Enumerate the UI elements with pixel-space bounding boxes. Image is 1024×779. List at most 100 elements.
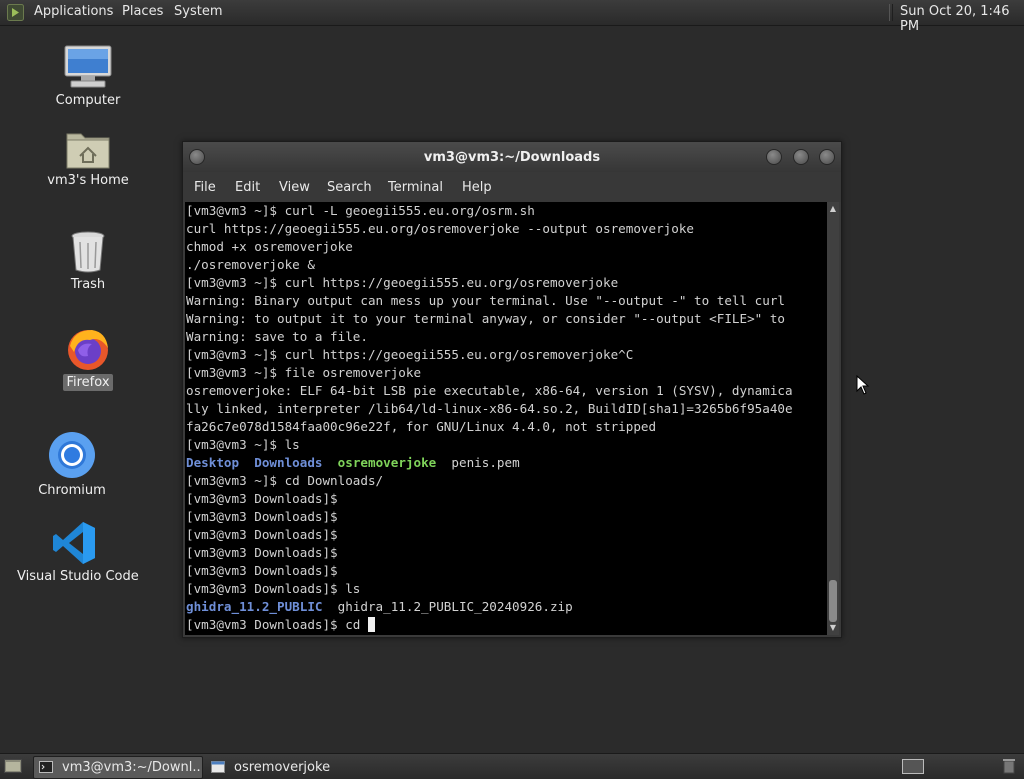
terminal-text: [vm3@vm3 Downloads]$ (186, 563, 338, 578)
show-desktop-icon[interactable] (4, 759, 22, 773)
menu-view[interactable]: View (279, 180, 310, 195)
terminal-line: [vm3@vm3 Downloads]$ (186, 508, 827, 526)
scroll-up-arrow-icon[interactable]: ▲ (827, 204, 839, 214)
terminal-text: [vm3@vm3 ~]$ cd Downloads/ (186, 473, 384, 488)
terminal-text: [vm3@vm3 ~]$ ls (186, 437, 300, 452)
terminal-text: osremoverjoke (337, 455, 437, 470)
terminal-line: Warning: to output it to your terminal a… (186, 310, 827, 328)
terminal-line: [vm3@vm3 ~]$ curl https://geoegii555.eu.… (186, 274, 827, 292)
desktop-icon-computer[interactable]: Computer (38, 44, 138, 109)
terminal-line: osremoverjoke: ELF 64-bit LSB pie execut… (186, 382, 827, 400)
terminal-text: Warning: save to a file. (186, 329, 368, 344)
text-cursor (367, 617, 375, 632)
terminal-line: curl https://geoegii555.eu.org/osremover… (186, 220, 827, 238)
menu-terminal[interactable]: Terminal (388, 180, 443, 195)
system-menu[interactable]: System (174, 4, 222, 19)
panel-separator (889, 4, 893, 21)
terminal-line: [vm3@vm3 ~]$ curl https://geoegii555.eu.… (186, 346, 827, 364)
terminal-text: [vm3@vm3 Downloads]$ cd (186, 617, 368, 632)
scroll-down-arrow-icon[interactable]: ▼ (827, 623, 839, 633)
firefox-icon (68, 330, 108, 370)
window-title: vm3@vm3:~/Downloads (423, 150, 601, 165)
close-button[interactable] (819, 149, 835, 165)
terminal-line: [vm3@vm3 ~]$ ls (186, 436, 827, 454)
places-menu[interactable]: Places (122, 4, 163, 19)
terminal-text: ghidra_11.2_PUBLIC (186, 599, 323, 614)
terminal-text: [vm3@vm3 Downloads]$ ls (186, 581, 361, 596)
taskbar-button-terminal[interactable]: vm3@vm3:~/Downl... (33, 756, 203, 779)
terminal-text: Downloads (254, 455, 323, 470)
minimize-button[interactable] (766, 149, 782, 165)
terminal-text: osremoverjoke: ELF 64-bit LSB pie execut… (186, 383, 793, 398)
window-icon (211, 761, 225, 773)
terminal-text: Warning: to output it to your terminal a… (186, 311, 785, 326)
terminal-text: [vm3@vm3 Downloads]$ (186, 509, 338, 524)
trash-applet-icon[interactable] (1002, 758, 1016, 774)
terminal-line: [vm3@vm3 Downloads]$ ls (186, 580, 827, 598)
window-titlebar[interactable]: vm3@vm3:~/Downloads (183, 142, 841, 172)
terminal-text: [vm3@vm3 Downloads]$ (186, 545, 338, 560)
chromium-icon (49, 432, 95, 478)
maximize-button[interactable] (793, 149, 809, 165)
menu-edit[interactable]: Edit (235, 180, 260, 195)
terminal-text: fa26c7e078d1584faa00c96e22f, for GNU/Lin… (186, 419, 657, 434)
taskbar-label: vm3@vm3:~/Downl... (62, 760, 203, 775)
terminal-menubar: File Edit View Search Terminal Help (183, 172, 841, 202)
taskbar-label: osremoverjoke (234, 760, 331, 775)
terminal-text: Desktop (186, 455, 240, 470)
terminal-line: fa26c7e078d1584faa00c96e22f, for GNU/Lin… (186, 418, 827, 436)
trash-icon (71, 231, 105, 273)
terminal-line: [vm3@vm3 Downloads]$ (186, 526, 827, 544)
terminal-line: Warning: Binary output can mess up your … (186, 292, 827, 310)
terminal-icon (39, 761, 53, 773)
menu-search[interactable]: Search (327, 180, 372, 195)
terminal-text: Warning: Binary output can mess up your … (186, 293, 785, 308)
scroll-thumb[interactable] (829, 580, 837, 622)
terminal-line: [vm3@vm3 ~]$ file osremoverjoke (186, 364, 827, 382)
desktop-icon-label: Trash (70, 277, 106, 292)
menu-help[interactable]: Help (462, 180, 492, 195)
desktop-icon-label: Visual Studio Code (17, 569, 139, 584)
bottom-panel: vm3@vm3:~/Downl... osremoverjoke (0, 753, 1024, 779)
terminal-line: Desktop Downloads osremoverjoke penis.pe… (186, 454, 827, 472)
terminal-output[interactable]: [vm3@vm3 ~]$ curl -L geoegii555.eu.org/o… (185, 202, 827, 635)
applications-menu[interactable]: Applications (34, 4, 113, 19)
terminal-line: ./osremoverjoke & (186, 256, 827, 274)
terminal-line: chmod +x osremoverjoke (186, 238, 827, 256)
workspace-switcher[interactable] (902, 759, 924, 774)
desktop-icon-vscode[interactable]: Visual Studio Code (14, 520, 139, 585)
menu-file[interactable]: File (194, 180, 216, 195)
terminal-text: [vm3@vm3 Downloads]$ (186, 491, 338, 506)
top-panel: Applications Places System Sun Oct 20, 1… (0, 0, 1024, 34)
gnome-foot-icon[interactable] (7, 4, 24, 21)
desktop-icon-label: Firefox (63, 374, 113, 391)
desktop-icon-firefox[interactable]: Firefox (38, 326, 138, 391)
terminal-text: [vm3@vm3 ~]$ file osremoverjoke (186, 365, 422, 380)
mouse-pointer-icon (856, 375, 870, 395)
desktop-icon-chromium[interactable]: Chromium (22, 430, 122, 499)
home-folder-icon (66, 133, 110, 169)
taskbar-button-osremoverjoke[interactable]: osremoverjoke (205, 756, 375, 779)
terminal-line: ghidra_11.2_PUBLIC ghidra_11.2_PUBLIC_20… (186, 598, 827, 616)
terminal-line: [vm3@vm3 ~]$ curl -L geoegii555.eu.org/o… (186, 202, 827, 220)
desktop-icon-home[interactable]: vm3's Home (38, 128, 138, 189)
terminal-text: [vm3@vm3 ~]$ curl https://geoegii555.eu.… (186, 347, 634, 362)
clock[interactable]: Sun Oct 20, 1:46 PM (900, 4, 1024, 34)
terminal-text: curl https://geoegii555.eu.org/osremover… (186, 221, 694, 236)
terminal-text: penis.pem (436, 455, 520, 470)
terminal-text: [vm3@vm3 ~]$ curl https://geoegii555.eu.… (186, 275, 619, 290)
terminal-line: [vm3@vm3 Downloads]$ cd (186, 616, 827, 634)
desktop-icon-label: vm3's Home (47, 173, 129, 188)
vscode-icon (53, 522, 95, 564)
terminal-line: [vm3@vm3 Downloads]$ (186, 562, 827, 580)
terminal-scrollbar[interactable]: ▲ ▼ (827, 202, 839, 635)
computer-icon (64, 45, 112, 88)
terminal-line: [vm3@vm3 Downloads]$ (186, 490, 827, 508)
terminal-line: [vm3@vm3 Downloads]$ (186, 544, 827, 562)
terminal-text: chmod +x osremoverjoke (186, 239, 353, 254)
terminal-text: [vm3@vm3 Downloads]$ (186, 527, 338, 542)
desktop-icon-label: Chromium (38, 483, 106, 498)
desktop-icon-trash[interactable]: Trash (38, 228, 138, 293)
